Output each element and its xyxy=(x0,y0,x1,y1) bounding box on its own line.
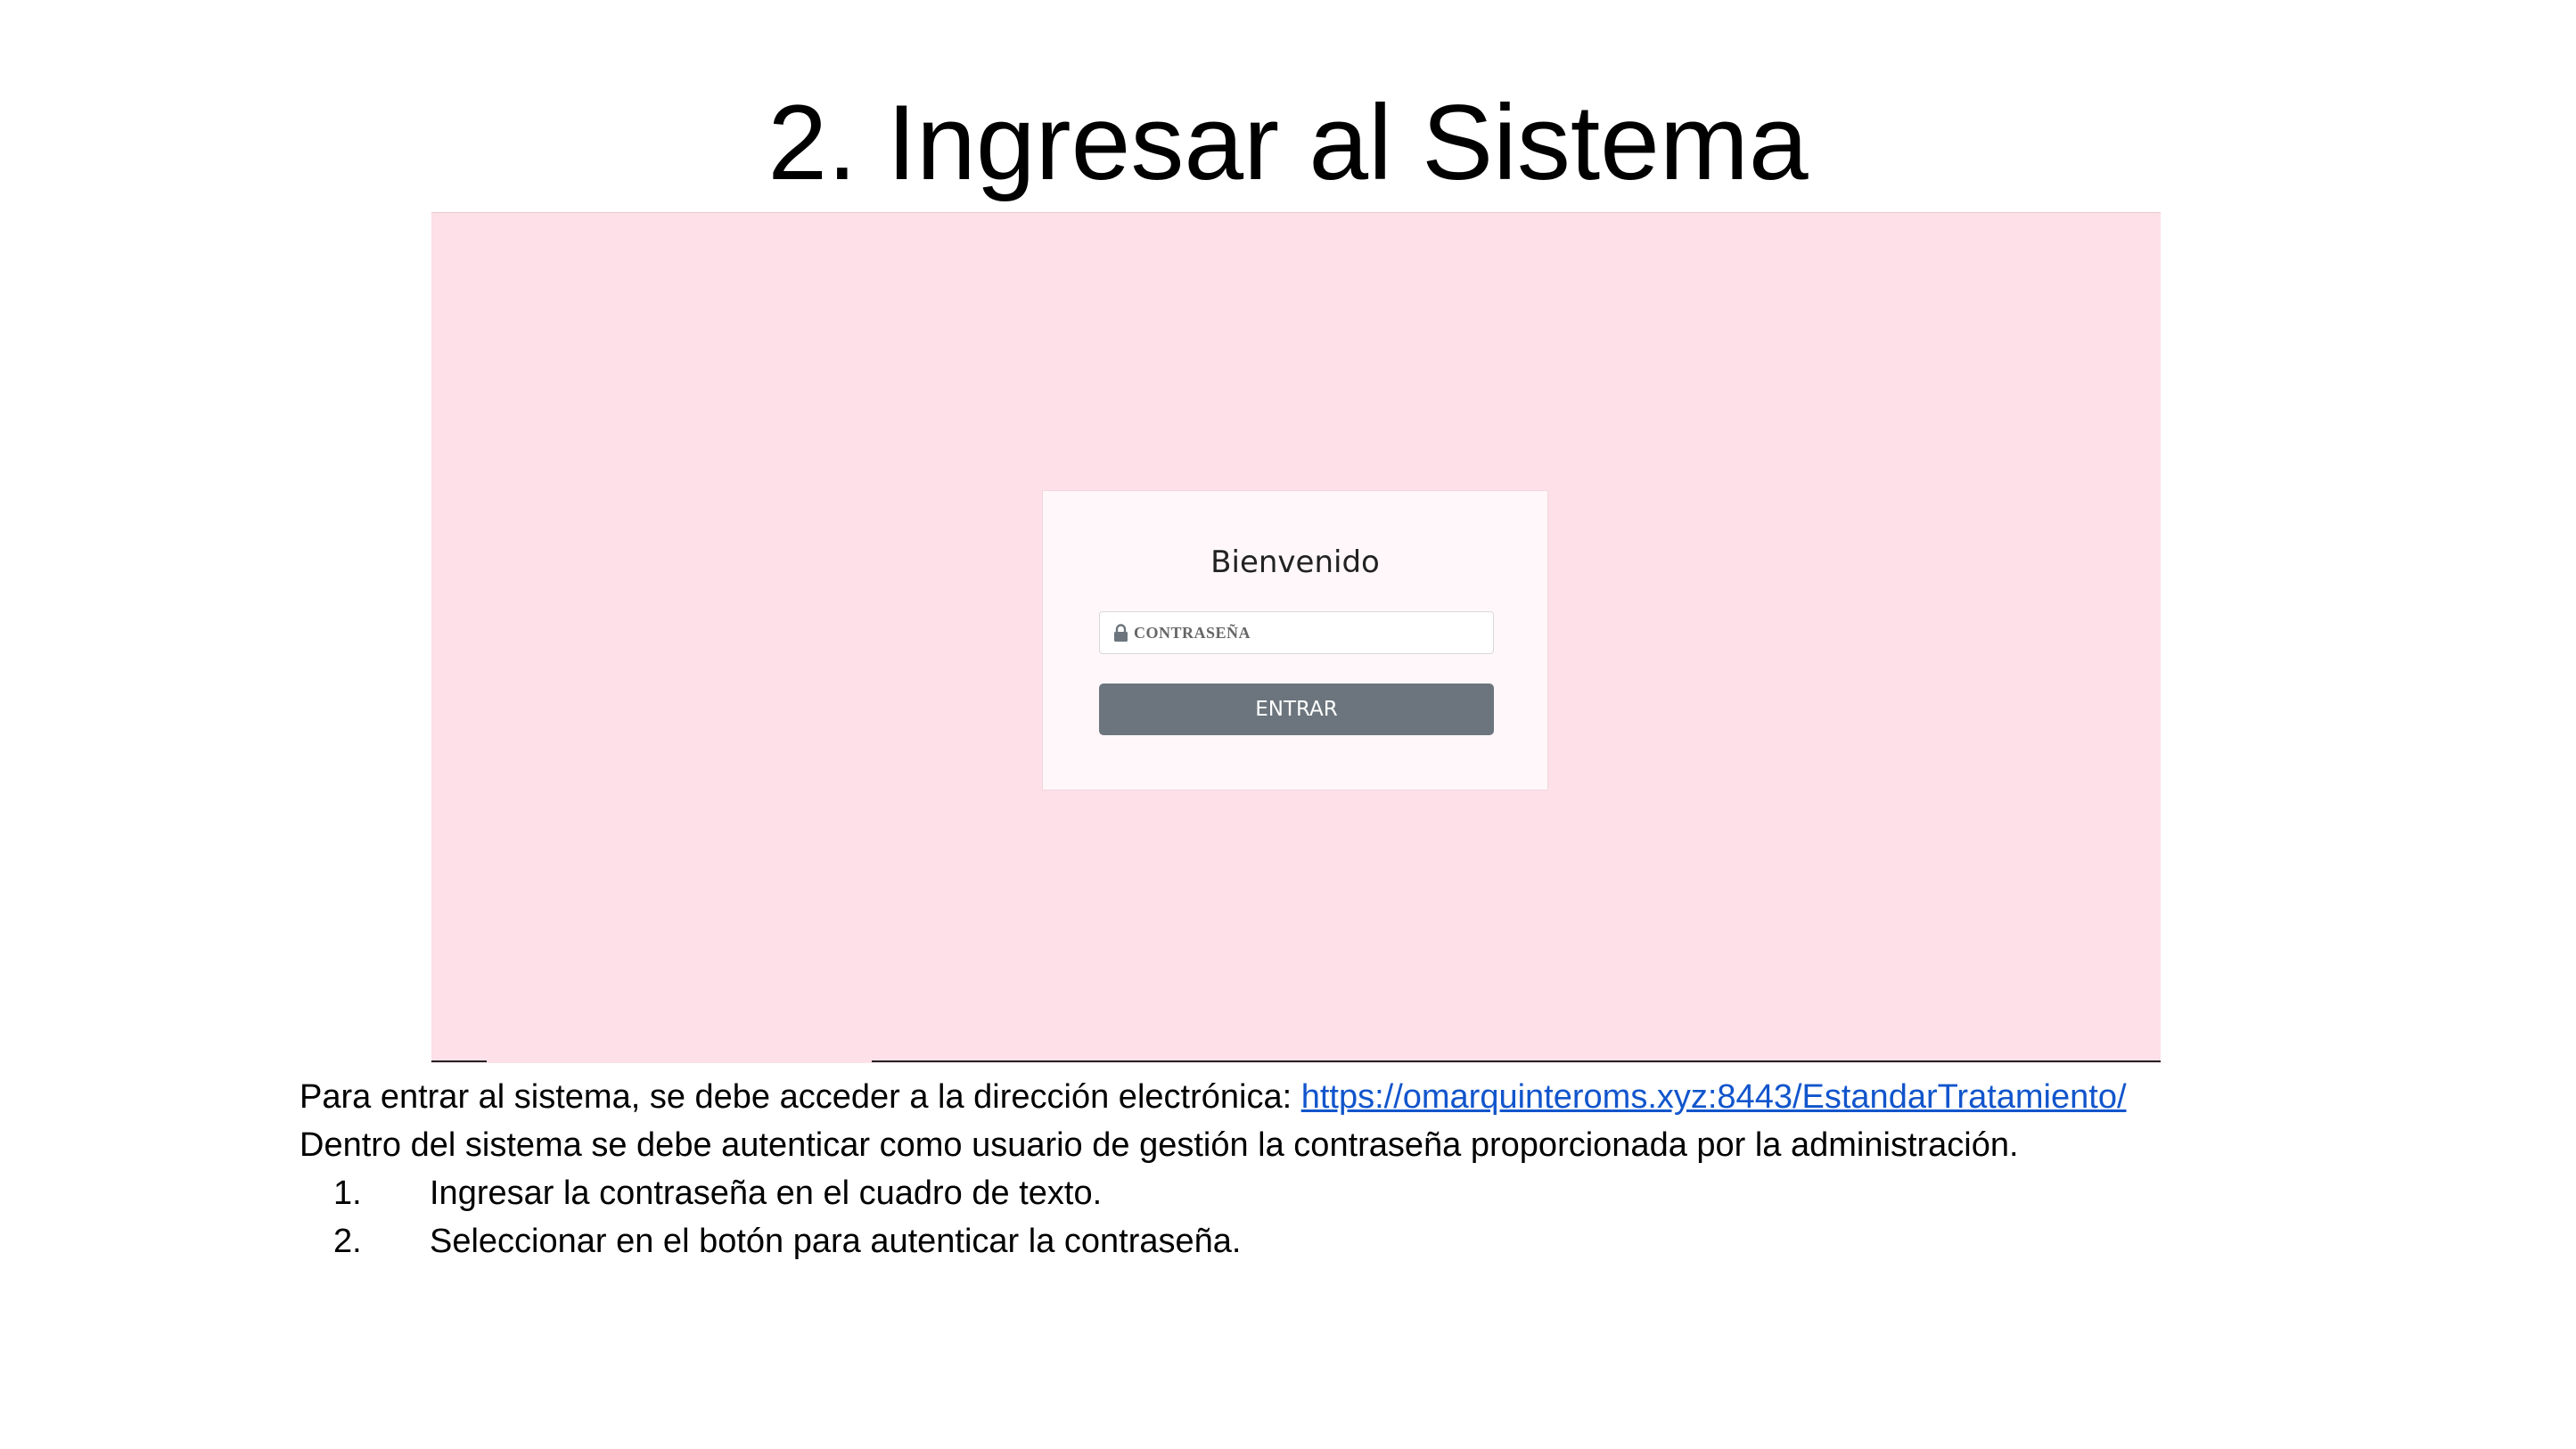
system-url-link[interactable]: https://omarquinteroms.xyz:8443/Estandar… xyxy=(1301,1078,2127,1116)
login-screenshot: Bienvenido ENTRAR xyxy=(431,212,2161,1063)
login-card: Bienvenido ENTRAR xyxy=(1042,490,1548,790)
screenshot-bottom-rule xyxy=(431,1060,487,1062)
step-number: 1. xyxy=(333,1175,362,1212)
slide-title: 2. Ingresar al Sistema xyxy=(767,83,1809,202)
access-instruction-text: Para entrar al sistema, se debe acceder … xyxy=(299,1078,1301,1116)
authentication-instruction: Dentro del sistema se debe autenticar co… xyxy=(299,1126,2019,1164)
access-instruction: Para entrar al sistema, se debe acceder … xyxy=(299,1073,2127,1121)
welcome-heading: Bienvenido xyxy=(1210,544,1380,580)
step-number: 2. xyxy=(333,1223,362,1260)
lock-icon xyxy=(1114,624,1128,642)
enter-button[interactable]: ENTRAR xyxy=(1099,684,1494,735)
screenshot-bottom-rule xyxy=(872,1060,2161,1062)
step-text: Seleccionar en el botón para autenticar … xyxy=(430,1223,1242,1260)
step-text: Ingresar la contraseña en el cuadro de t… xyxy=(430,1175,1103,1212)
password-input[interactable] xyxy=(1134,612,1486,653)
password-field[interactable] xyxy=(1099,611,1494,654)
